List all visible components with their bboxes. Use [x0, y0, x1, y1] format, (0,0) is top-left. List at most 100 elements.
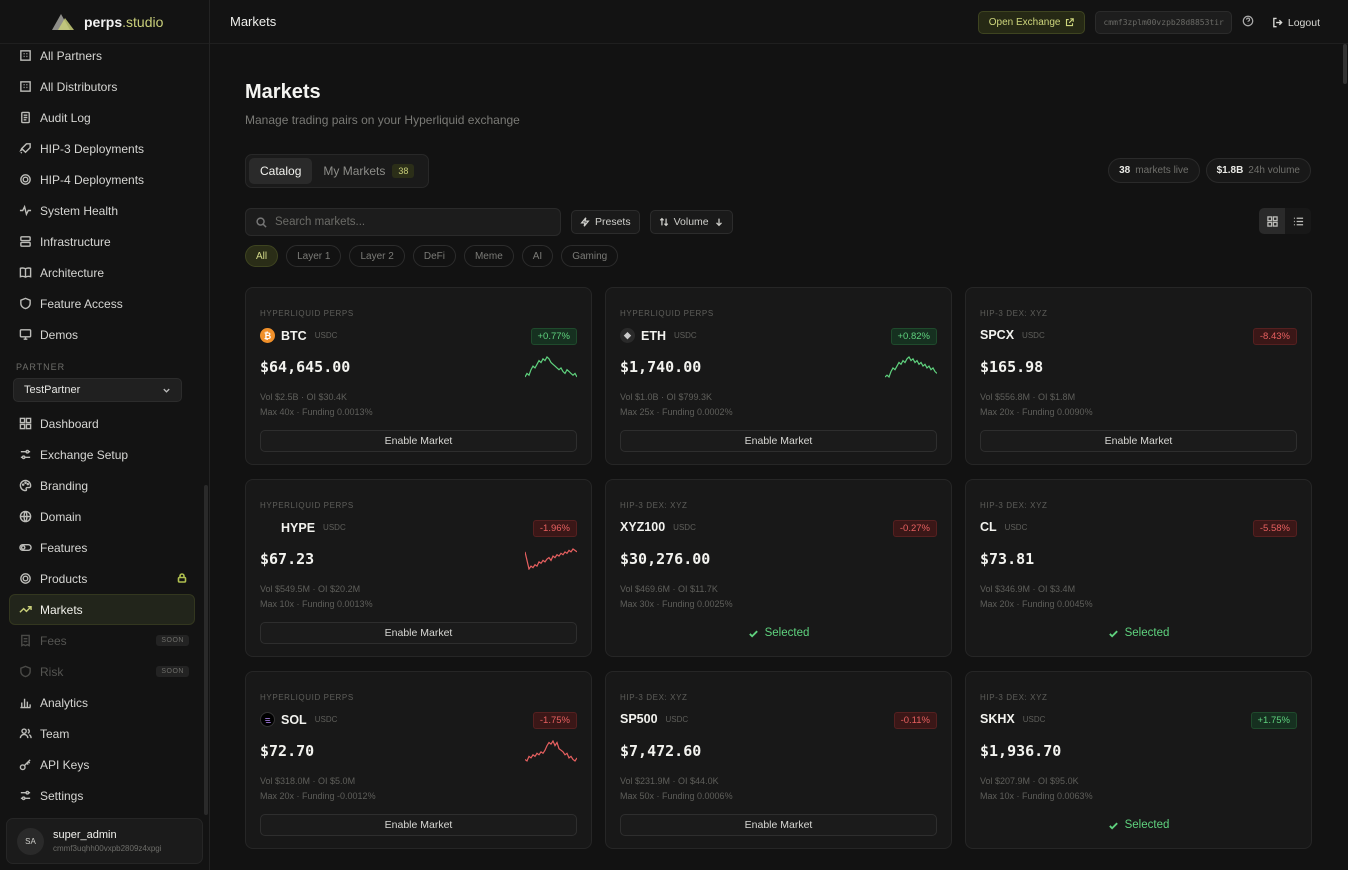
- sidebar-item-all-partners[interactable]: All Partners: [0, 40, 199, 71]
- tab-my-markets-label: My Markets: [323, 164, 386, 178]
- search-box: [245, 208, 561, 236]
- market-card-spcx[interactable]: HIP-3 DEX: XYZ SPCX USDC -8.43% $165.98 Vol $…: [965, 287, 1312, 465]
- sidebar-item-domain[interactable]: Domain: [0, 501, 199, 532]
- dex-label: HYPERLIQUID PERPS: [260, 501, 354, 510]
- partner-select[interactable]: TestPartner: [13, 378, 182, 402]
- help-icon[interactable]: [1242, 14, 1254, 32]
- search-input[interactable]: [275, 216, 545, 228]
- presets-button[interactable]: Presets: [571, 210, 640, 234]
- sidebar-item-team[interactable]: Team: [0, 718, 199, 749]
- market-card-sol[interactable]: HYPERLIQUID PERPS SOL USDC -1.75% $72.70 Vol …: [245, 671, 592, 849]
- sidebar-item-label: Architecture: [40, 265, 105, 280]
- sidebar-item-settings[interactable]: Settings: [0, 780, 199, 811]
- enable-market-button[interactable]: Enable Market: [260, 430, 577, 452]
- list-view-button[interactable]: [1285, 208, 1311, 234]
- category-chip-all[interactable]: All: [245, 245, 279, 267]
- users-icon: [18, 727, 32, 741]
- target-icon: [18, 572, 32, 586]
- sidebar-item-api-keys[interactable]: API Keys: [0, 749, 199, 780]
- price-change-badge: +1.75%: [1250, 712, 1297, 729]
- sidebar-nav: All Partners All Distributors Audit Log HIP…: [0, 40, 199, 811]
- key-icon: [18, 758, 32, 772]
- sort-button[interactable]: Volume: [649, 210, 733, 234]
- sidebar-item-features[interactable]: Features: [0, 532, 199, 563]
- category-chip-gaming[interactable]: Gaming: [561, 245, 619, 267]
- category-chip-defi[interactable]: DeFi: [412, 245, 456, 267]
- market-pair: XYZ100 USDC: [620, 520, 696, 534]
- market-symbol: SKHX: [980, 712, 1015, 726]
- logout-button[interactable]: Logout: [1272, 17, 1320, 29]
- tab-catalog[interactable]: Catalog: [249, 158, 313, 184]
- category-chip-meme[interactable]: Meme: [463, 245, 514, 267]
- price-sparkline: [885, 356, 937, 378]
- selected-indicator[interactable]: Selected: [980, 622, 1297, 644]
- category-chip-ai[interactable]: AI: [521, 245, 554, 267]
- category-chip-layer-1[interactable]: Layer 1: [286, 245, 342, 267]
- open-exchange-label: Open Exchange: [988, 17, 1061, 28]
- dex-label: HYPERLIQUID PERPS: [260, 693, 354, 702]
- price-change-badge: -5.58%: [1252, 520, 1297, 537]
- sidebar-item-branding[interactable]: Branding: [0, 470, 199, 501]
- chevron-down-icon: [163, 388, 170, 393]
- main-scrollbar[interactable]: [1343, 44, 1347, 84]
- selected-indicator[interactable]: Selected: [620, 622, 937, 644]
- market-card-eth[interactable]: HYPERLIQUID PERPS ◆ ETH USDC +0.82% $1,740.00…: [605, 287, 952, 465]
- sidebar-item-analytics[interactable]: Analytics: [0, 687, 199, 718]
- sidebar-item-exchange-setup[interactable]: Exchange Setup: [0, 439, 199, 470]
- market-card-btc[interactable]: HYPERLIQUID PERPS ₿ BTC USDC +0.77% $64,645.0…: [245, 287, 592, 465]
- sidebar-item-label: Fees: [40, 633, 67, 648]
- volume-oi-meta: Vol $556.8M · OI $1.8M: [980, 392, 1076, 402]
- enable-market-button[interactable]: Enable Market: [980, 430, 1297, 452]
- market-card-sp500[interactable]: HIP-3 DEX: XYZ SP500 USDC -0.11% $7,472.60 Vo…: [605, 671, 952, 849]
- sidebar-item-system-health[interactable]: System Health: [0, 195, 199, 226]
- selected-label: Selected: [1124, 819, 1170, 831]
- category-chip-layer-2[interactable]: Layer 2: [349, 245, 405, 267]
- market-price: $67.23: [260, 550, 315, 568]
- sidebar-item-architecture[interactable]: Architecture: [0, 257, 199, 288]
- leverage-funding-meta: Max 40x · Funding 0.0013%: [260, 407, 373, 417]
- grid-icon: [1266, 215, 1278, 227]
- check-icon: [1108, 822, 1118, 830]
- sidebar-item-audit-log[interactable]: Audit Log: [0, 102, 199, 133]
- sidebar-item-feature-access[interactable]: Feature Access: [0, 288, 199, 319]
- building-icon: [18, 49, 32, 63]
- sidebar-item-hip-4-deployments[interactable]: HIP-4 Deployments: [0, 164, 199, 195]
- enable-market-button[interactable]: Enable Market: [260, 622, 577, 644]
- sidebar-item-demos[interactable]: Demos: [0, 319, 199, 350]
- open-exchange-button[interactable]: Open Exchange: [977, 11, 1086, 34]
- market-card-hype[interactable]: HYPERLIQUID PERPS HYPE USDC -1.96% $67.23 Vol…: [245, 479, 592, 657]
- dex-label: HIP-3 DEX: XYZ: [980, 309, 1048, 318]
- lock-icon: [177, 572, 187, 586]
- sidebar-item-markets[interactable]: Markets: [9, 594, 195, 625]
- sidebar-item-label: Feature Access: [40, 296, 123, 311]
- market-card-skhx[interactable]: HIP-3 DEX: XYZ SKHX USDC +1.75% $1,936.70 Vol…: [965, 671, 1312, 849]
- enable-market-button[interactable]: Enable Market: [260, 814, 577, 836]
- target-icon: [18, 173, 32, 187]
- price-change-badge: -0.27%: [892, 520, 937, 537]
- market-symbol: SPCX: [980, 328, 1015, 342]
- sidebar-item-infrastructure[interactable]: Infrastructure: [0, 226, 199, 257]
- client-id-badge[interactable]: cmmf3zplm00vzpb28d8853tir: [1095, 11, 1232, 34]
- market-symbol: SP500: [620, 712, 658, 726]
- sort-arrows-icon: [659, 217, 668, 227]
- price-sparkline: [525, 356, 577, 378]
- lightning-icon: [580, 217, 590, 227]
- market-price: $73.81: [980, 550, 1035, 568]
- sidebar-item-all-distributors[interactable]: All Distributors: [0, 71, 199, 102]
- pulse-icon: [18, 204, 32, 218]
- sidebar-scrollbar[interactable]: [204, 485, 208, 815]
- selected-indicator[interactable]: Selected: [980, 814, 1297, 836]
- grid-view-button[interactable]: [1259, 208, 1285, 234]
- user-card[interactable]: SA super_admin cmmf3uqhh00vxpb2809z4xpgi: [6, 818, 203, 864]
- server-icon: [18, 235, 32, 249]
- sidebar-item-hip-3-deployments[interactable]: HIP-3 Deployments: [0, 133, 199, 164]
- market-card-cl[interactable]: HIP-3 DEX: XYZ CL USDC -5.58% $73.81 Vol $346…: [965, 479, 1312, 657]
- sidebar-item-products[interactable]: Products: [0, 563, 199, 594]
- soon-badge: SOON: [156, 635, 189, 646]
- sidebar-item-dashboard[interactable]: Dashboard: [0, 408, 199, 439]
- enable-market-button[interactable]: Enable Market: [620, 430, 937, 452]
- enable-market-button[interactable]: Enable Market: [620, 814, 937, 836]
- tab-my-markets[interactable]: My Markets 38: [312, 158, 425, 184]
- brand[interactable]: perps.studio: [0, 0, 209, 44]
- market-card-xyz100[interactable]: HIP-3 DEX: XYZ XYZ100 USDC -0.27% $30,276.00…: [605, 479, 952, 657]
